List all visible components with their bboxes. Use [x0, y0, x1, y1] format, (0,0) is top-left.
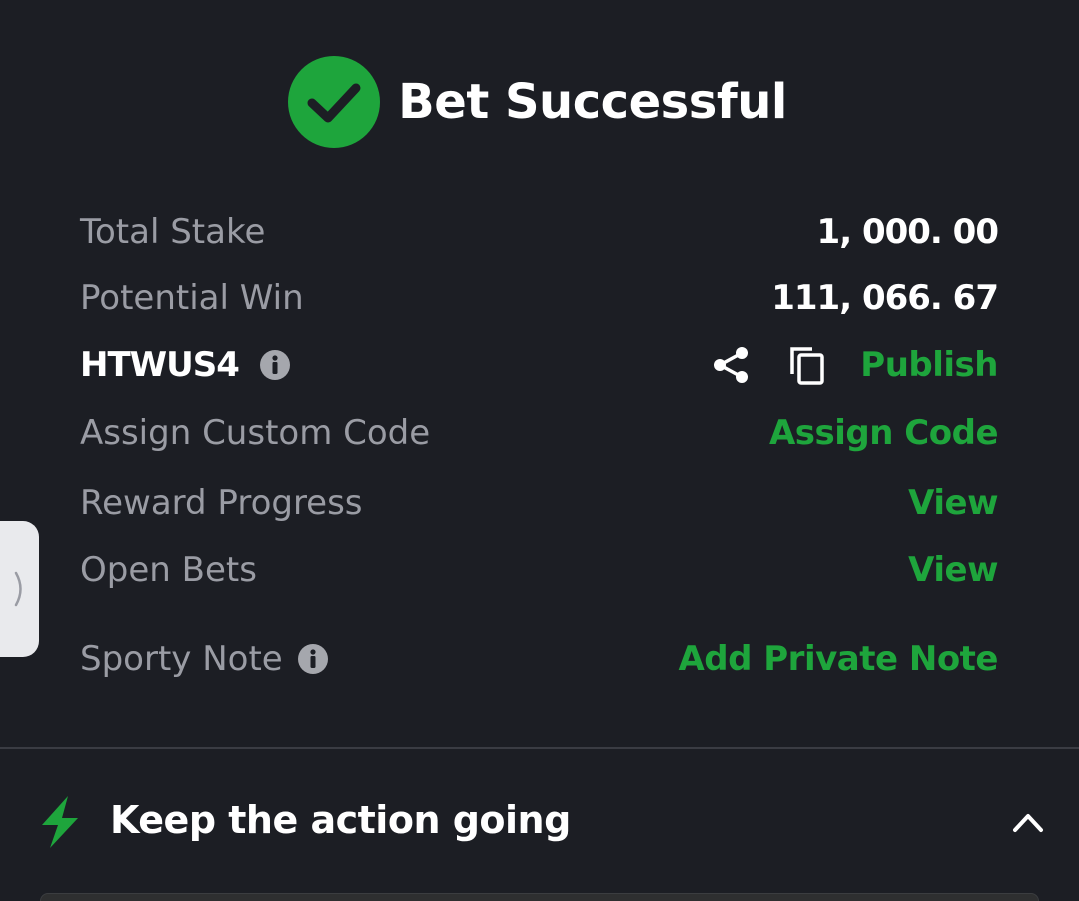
booking-code-wrap: HTWUS4 [80, 345, 291, 385]
side-drawer-handle[interactable] [0, 521, 39, 657]
info-icon[interactable] [259, 349, 291, 381]
sporty-note-row: Sporty Note Add Private Note [80, 629, 998, 689]
page-title: Bet Successful [398, 74, 787, 130]
total-stake-row: Total Stake 1, 000. 00 [80, 202, 999, 262]
chevron-right-icon [14, 571, 22, 607]
potential-win-value: 111, 066. 67 [771, 278, 999, 318]
section-divider [0, 747, 1079, 749]
chevron-up-icon[interactable] [1010, 808, 1046, 836]
open-bets-view-button[interactable]: View [908, 550, 998, 590]
booking-actions: Publish [710, 344, 998, 386]
check-circle-icon [288, 56, 381, 148]
info-icon[interactable] [297, 643, 329, 675]
booking-code-row: HTWUS4 Publish [80, 335, 998, 395]
open-bets-row: Open Bets View [80, 540, 998, 600]
success-header: Bet Successful [0, 56, 1079, 148]
share-icon[interactable] [710, 344, 752, 386]
open-bets-label: Open Bets [80, 550, 257, 590]
reward-progress-view-button[interactable]: View [908, 483, 998, 523]
total-stake-value: 1, 000. 00 [816, 212, 999, 252]
copy-icon[interactable] [786, 344, 828, 386]
publish-button[interactable]: Publish [860, 345, 998, 385]
custom-code-row: Assign Custom Code Assign Code [80, 403, 999, 463]
sporty-note-label: Sporty Note [80, 639, 283, 679]
bet-success-screen: Bet Successful Total Stake 1, 000. 00 Po… [0, 0, 1079, 901]
reward-progress-label: Reward Progress [80, 483, 363, 523]
reward-progress-row: Reward Progress View [80, 473, 998, 533]
custom-code-label: Assign Custom Code [80, 413, 431, 453]
suggestion-card[interactable] [40, 893, 1039, 901]
lightning-bolt-icon [42, 796, 78, 848]
sporty-note-label-wrap: Sporty Note [80, 639, 329, 679]
total-stake-label: Total Stake [80, 212, 266, 252]
assign-code-button[interactable]: Assign Code [769, 413, 999, 453]
booking-code: HTWUS4 [80, 345, 240, 385]
section-title: Keep the action going [110, 798, 571, 842]
add-private-note-button[interactable]: Add Private Note [678, 639, 998, 679]
potential-win-label: Potential Win [80, 278, 304, 318]
potential-win-row: Potential Win 111, 066. 67 [80, 268, 999, 328]
keep-action-section[interactable]: Keep the action going [0, 780, 1079, 864]
